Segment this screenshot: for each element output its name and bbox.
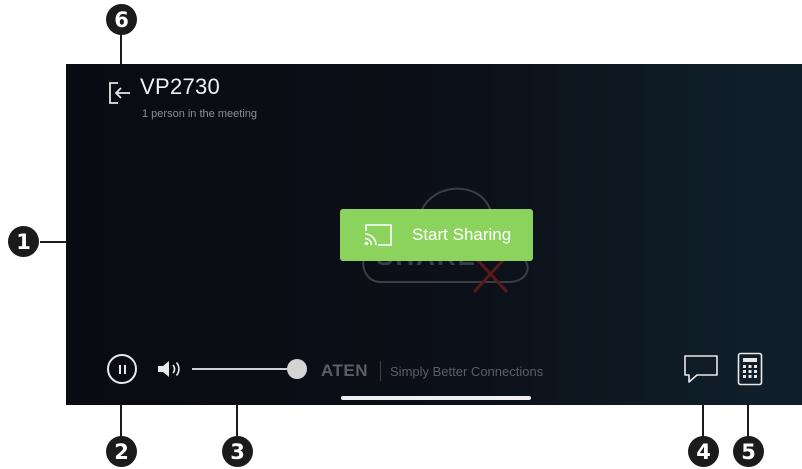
cast-icon xyxy=(364,224,392,246)
room-title: VP2730 xyxy=(140,74,221,99)
keypad-icon[interactable] xyxy=(737,352,763,386)
callout-6: 6 xyxy=(106,4,137,35)
callout-line-2 xyxy=(120,405,122,437)
start-sharing-button[interactable]: Start Sharing xyxy=(340,209,533,261)
callout-line-5 xyxy=(747,405,749,437)
callout-line-1 xyxy=(40,241,66,243)
volume-slider-knob[interactable] xyxy=(287,359,307,379)
callout-4: 4 xyxy=(688,436,719,467)
callout-2: 2 xyxy=(106,436,137,467)
callout-1: 1 xyxy=(8,226,39,257)
start-sharing-label: Start Sharing xyxy=(412,225,512,244)
pause-button[interactable] xyxy=(107,354,137,384)
callout-3: 3 xyxy=(222,436,253,467)
meeting-screen: VP2730 1 person in the meeting SHARE Sta… xyxy=(66,64,802,405)
callout-line-6 xyxy=(120,34,122,64)
exit-meeting-button[interactable] xyxy=(108,81,132,105)
callout-5: 5 xyxy=(733,436,764,467)
pause-icon-bar xyxy=(123,364,126,374)
home-indicator[interactable] xyxy=(341,396,531,400)
volume-slider-fill xyxy=(192,368,296,370)
callout-line-4 xyxy=(702,405,704,437)
pause-icon xyxy=(118,364,121,374)
aten-logo: ATEN xyxy=(321,361,369,380)
brand-tagline: Simply Better Connections xyxy=(390,363,544,379)
exit-arrow-icon xyxy=(109,82,130,104)
callout-line-3 xyxy=(236,405,238,437)
volume-slider-track[interactable] xyxy=(192,368,296,370)
participant-status: 1 person in the meeting xyxy=(142,108,257,120)
speaker-icon[interactable] xyxy=(156,359,186,379)
brand-divider xyxy=(380,361,382,381)
chat-icon[interactable] xyxy=(683,353,719,385)
brand-footer: ATEN Simply Better Connections xyxy=(321,361,543,381)
